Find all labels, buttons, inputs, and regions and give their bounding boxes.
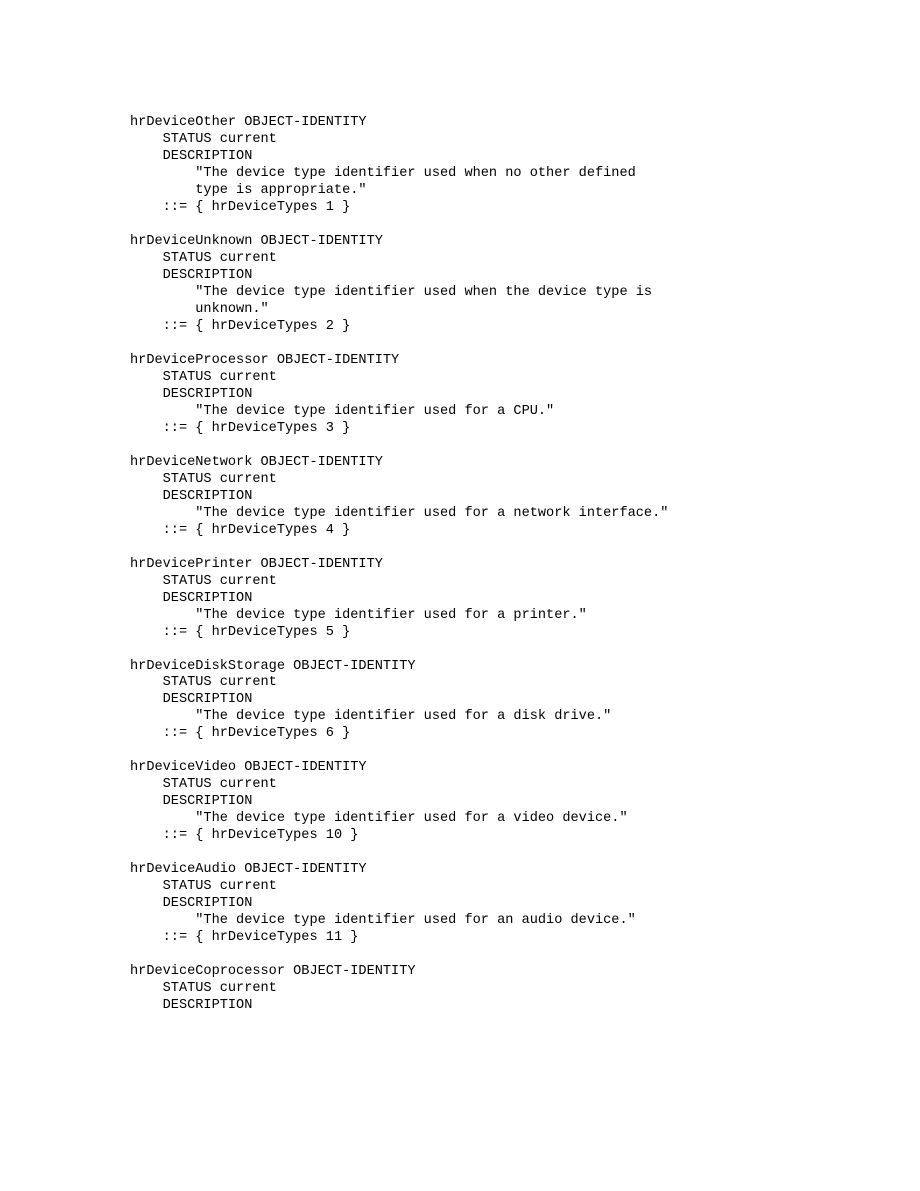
mib-document-page: hrDeviceOther OBJECT-IDENTITY STATUS cur… [0,0,920,1191]
